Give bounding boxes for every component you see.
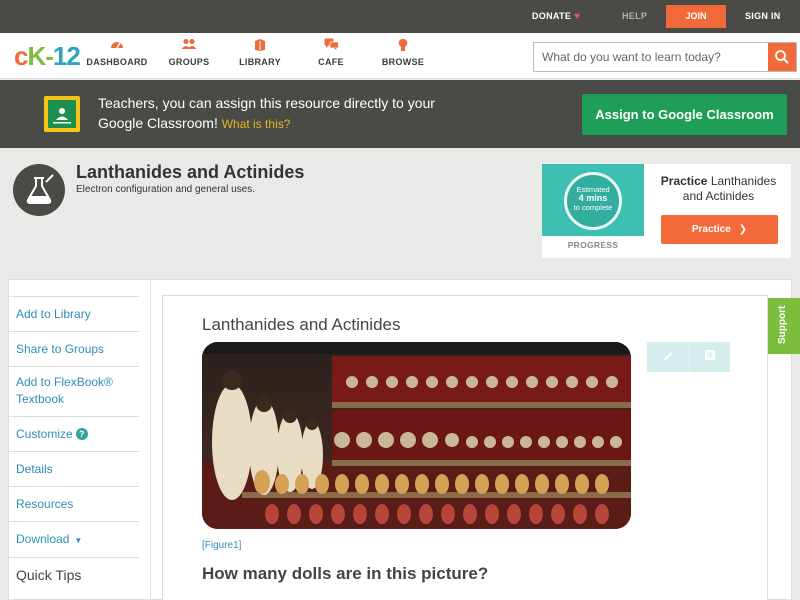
donate-link[interactable]: DONATE ♥	[532, 11, 580, 22]
sidebar-item-details[interactable]: Details	[9, 451, 139, 486]
support-label: Support	[777, 305, 788, 344]
annotate-button[interactable]	[647, 342, 688, 372]
logo-c: c	[14, 41, 29, 71]
content-title: Lanthanides and Actinides	[202, 315, 401, 334]
practice-description: Practice Lanthanides and Actinides	[652, 174, 785, 204]
join-button[interactable]: JOIN	[666, 5, 726, 28]
download-label: Download	[16, 532, 70, 546]
estimated-time-circle: Estimated 4 mins to complete	[564, 172, 622, 230]
help-icon[interactable]: ?	[75, 428, 88, 440]
ck12-logo[interactable]: cK-12	[14, 41, 81, 71]
page-subtitle: Electron configuration and general uses.	[76, 184, 256, 195]
top-bar: DONATE ♥ HELP JOIN SIGN IN	[0, 0, 800, 33]
nav-item-browse[interactable]: BROWSE	[368, 38, 438, 67]
practice-card: Estimated 4 mins to complete PROGRESS Pr…	[542, 164, 791, 258]
dashboard-icon	[82, 38, 152, 54]
search-button[interactable]	[768, 43, 796, 71]
page-title: Lanthanides and Actinides	[76, 162, 305, 182]
pencil-icon	[663, 352, 672, 361]
nav-label: BROWSE	[381, 57, 425, 67]
nav-label: DASHBOARD	[86, 57, 148, 67]
cafe-icon	[296, 38, 366, 54]
sidebar-item-add-to-library[interactable]: Add to Library	[9, 296, 139, 331]
notes-button[interactable]	[689, 342, 730, 372]
sidebar: Add to Library Share to Groups Add to Fl…	[9, 296, 139, 592]
help-link[interactable]: HELP	[622, 11, 647, 21]
sidebar-item-customize[interactable]: Customize?	[9, 416, 139, 451]
estimated-suffix: to complete	[573, 203, 613, 212]
chemistry-flask-icon	[13, 164, 65, 216]
what-is-this-link[interactable]: What is this?	[222, 117, 291, 131]
nav-item-library[interactable]: LIBRARY	[225, 38, 295, 67]
practice-button[interactable]: Practice ❯	[661, 215, 778, 244]
caret-down-icon: ▼	[74, 536, 83, 545]
support-tab[interactable]: Support	[768, 298, 800, 354]
main-nav: cK-12 DASHBOARD GROUPS LIBRARY CAFE BROW…	[0, 33, 800, 79]
progress-label: PROGRESS	[567, 240, 619, 250]
logo-n: 12	[52, 41, 81, 71]
nesting-dolls-photo	[202, 342, 631, 529]
sidebar-item-add-to-flexbook[interactable]: Add to FlexBook® Textbook	[9, 366, 139, 416]
customize-label: Customize	[16, 427, 73, 441]
nav-item-groups[interactable]: GROUPS	[154, 38, 224, 67]
nav-label: GROUPS	[168, 57, 210, 67]
practice-button-label: Practice	[691, 224, 731, 235]
sidebar-item-quick-tips[interactable]: Quick Tips	[9, 557, 139, 592]
nav-label: CAFE	[318, 57, 344, 67]
search-box	[533, 42, 797, 72]
google-classroom-banner: Teachers, you can assign this resource d…	[0, 80, 800, 148]
heart-icon: ♥	[574, 11, 581, 22]
chevron-right-icon: ❯	[738, 224, 748, 235]
search-input[interactable]	[534, 43, 769, 71]
estimated-minutes: 4 mins	[578, 193, 608, 203]
sidebar-item-download[interactable]: Download ▼	[9, 521, 139, 557]
sidebar-divider	[150, 280, 151, 600]
assign-to-google-classroom-button[interactable]: Assign to Google Classroom	[582, 94, 787, 135]
practice-label-bold: Practice	[660, 174, 708, 188]
search-icon	[775, 50, 789, 64]
google-classroom-icon	[44, 96, 80, 132]
content-tools	[647, 342, 730, 372]
sidebar-item-resources[interactable]: Resources	[9, 486, 139, 521]
estimated-time-badge: Estimated 4 mins to complete	[542, 164, 644, 236]
nesting-dolls-image	[202, 342, 631, 529]
google-classroom-message: Teachers, you can assign this resource d…	[98, 93, 458, 134]
nav-item-dashboard[interactable]: DASHBOARD	[82, 38, 152, 67]
section-heading: How many dolls are in this picture?	[202, 564, 489, 583]
logo-k: K-	[27, 41, 53, 71]
library-icon	[225, 38, 295, 54]
notes-icon	[705, 350, 715, 360]
sign-in-link[interactable]: SIGN IN	[745, 11, 781, 21]
nav-item-cafe[interactable]: CAFE	[296, 38, 366, 67]
nav-label: LIBRARY	[239, 57, 281, 67]
browse-icon	[368, 38, 438, 54]
sidebar-item-share-to-groups[interactable]: Share to Groups	[9, 331, 139, 366]
figure-caption[interactable]: [Figure1]	[202, 540, 241, 551]
donate-label: DONATE	[532, 11, 572, 21]
groups-icon	[154, 38, 224, 54]
